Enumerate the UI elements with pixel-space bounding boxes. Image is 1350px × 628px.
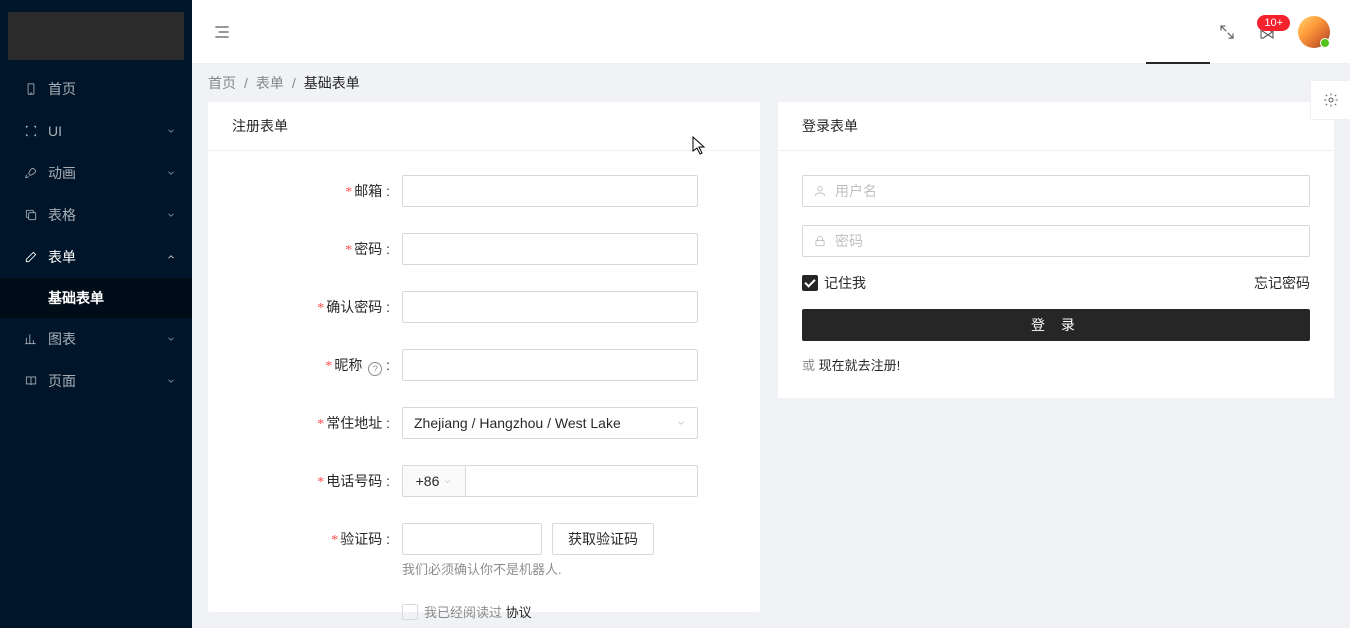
password-input[interactable] [402,233,698,265]
sidebar-menu: 首页 UI 动画 表格 表单 基础表单 图表 [0,60,192,402]
captcha-input[interactable] [402,523,542,555]
sidebar-item-ui[interactable]: UI [0,110,192,152]
main: 10+ 首页 / 表单 / 基础表单 注册表单 *邮箱 : *密码 : [192,0,1350,628]
nickname-input[interactable] [402,349,698,381]
breadcrumb-home[interactable]: 首页 [208,73,236,93]
email-input[interactable] [402,175,698,207]
avatar[interactable] [1298,16,1330,48]
email-label: *邮箱 : [232,175,402,209]
get-captcha-button[interactable]: 获取验证码 [552,523,654,555]
breadcrumb: 首页 / 表单 / 基础表单 [192,64,1350,102]
sidebar-subitem-basic-form[interactable]: 基础表单 [0,278,192,318]
breadcrumb-current: 基础表单 [304,73,360,93]
register-prompt: 或 现在就去注册! [802,355,1310,374]
captcha-label: *验证码 : [232,523,402,557]
sidebar-item-label: 图表 [48,329,166,349]
address-value: Zhejiang / Hangzhou / West Lake [414,415,621,431]
sidebar-item-label: UI [48,123,166,139]
agreement-row: 我已经阅读过 协议 [402,602,698,621]
register-card: 注册表单 *邮箱 : *密码 : *确认密码 : *昵称 ? : [208,102,760,612]
edit-icon [24,250,38,264]
captcha-hint: 我们必须确认你不是机器人. [402,559,698,578]
header: 10+ [192,0,1350,64]
sidebar-subitem-label: 基础表单 [48,288,104,308]
help-icon[interactable]: ? [368,362,382,376]
remember-me[interactable]: 记住我 [802,273,866,293]
chevron-down-icon [166,210,176,220]
address-cascader[interactable]: Zhejiang / Hangzhou / West Lake [402,407,698,439]
chevron-down-icon [676,415,686,431]
breadcrumb-form[interactable]: 表单 [256,73,284,93]
chevron-down-icon [166,168,176,178]
sidebar-item-chart[interactable]: 图表 [0,318,192,360]
sidebar-item-home[interactable]: 首页 [0,68,192,110]
password-label: *密码 : [232,233,402,267]
register-card-title: 注册表单 [208,102,760,151]
agreement-link[interactable]: 协议 [506,605,532,620]
login-password-input[interactable] [802,225,1310,257]
chevron-down-icon [443,473,452,489]
chevron-up-icon [166,252,176,262]
chevron-down-icon [166,376,176,386]
phone-prefix-select[interactable]: +86 [402,465,466,497]
forgot-password-link[interactable]: 忘记密码 [1254,273,1310,293]
notification-badge: 10+ [1257,15,1290,31]
sidebar-item-label: 首页 [48,79,176,99]
confirm-password-label: *确认密码 : [232,291,402,325]
sidebar-item-page[interactable]: 页面 [0,360,192,402]
address-label: *常住地址 : [232,407,402,441]
read-icon [24,374,38,388]
breadcrumb-separator: / [244,75,248,91]
nickname-label: *昵称 ? : [232,349,402,383]
login-card: 登录表单 记住我 忘记密码 登 录 [778,102,1334,398]
sidebar: 首页 UI 动画 表格 表单 基础表单 图表 [0,0,192,628]
sidebar-item-animation[interactable]: 动画 [0,152,192,194]
chart-icon [24,332,38,346]
sidebar-item-label: 表格 [48,205,166,225]
sidebar-item-label: 表单 [48,247,166,267]
login-card-title: 登录表单 [778,102,1334,151]
settings-drawer-button[interactable] [1310,80,1350,120]
breadcrumb-separator: / [292,75,296,91]
active-tab-indicator [1146,62,1210,64]
phone-input[interactable] [466,465,698,497]
menu-collapse-button[interactable] [212,22,232,42]
sidebar-item-form[interactable]: 表单 [0,236,192,278]
rocket-icon [24,166,38,180]
mobile-icon [24,82,38,96]
register-now-link[interactable]: 现在就去注册! [819,358,901,373]
logo-placeholder [8,12,184,60]
phone-label: *电话号码 : [232,465,402,499]
user-icon [813,184,827,198]
lock-icon [813,234,827,248]
chevron-down-icon [166,334,176,344]
sidebar-item-label: 动画 [48,163,166,183]
scan-icon [24,124,38,138]
copy-icon [24,208,38,222]
agreement-checkbox[interactable] [402,604,418,620]
username-input[interactable] [802,175,1310,207]
remember-checkbox[interactable] [802,275,818,291]
sidebar-item-table[interactable]: 表格 [0,194,192,236]
login-button[interactable]: 登 录 [802,309,1310,341]
content: 注册表单 *邮箱 : *密码 : *确认密码 : *昵称 ? : [192,102,1350,628]
chevron-down-icon [166,126,176,136]
fullscreen-icon[interactable] [1218,23,1236,41]
sidebar-item-label: 页面 [48,371,166,391]
confirm-password-input[interactable] [402,291,698,323]
